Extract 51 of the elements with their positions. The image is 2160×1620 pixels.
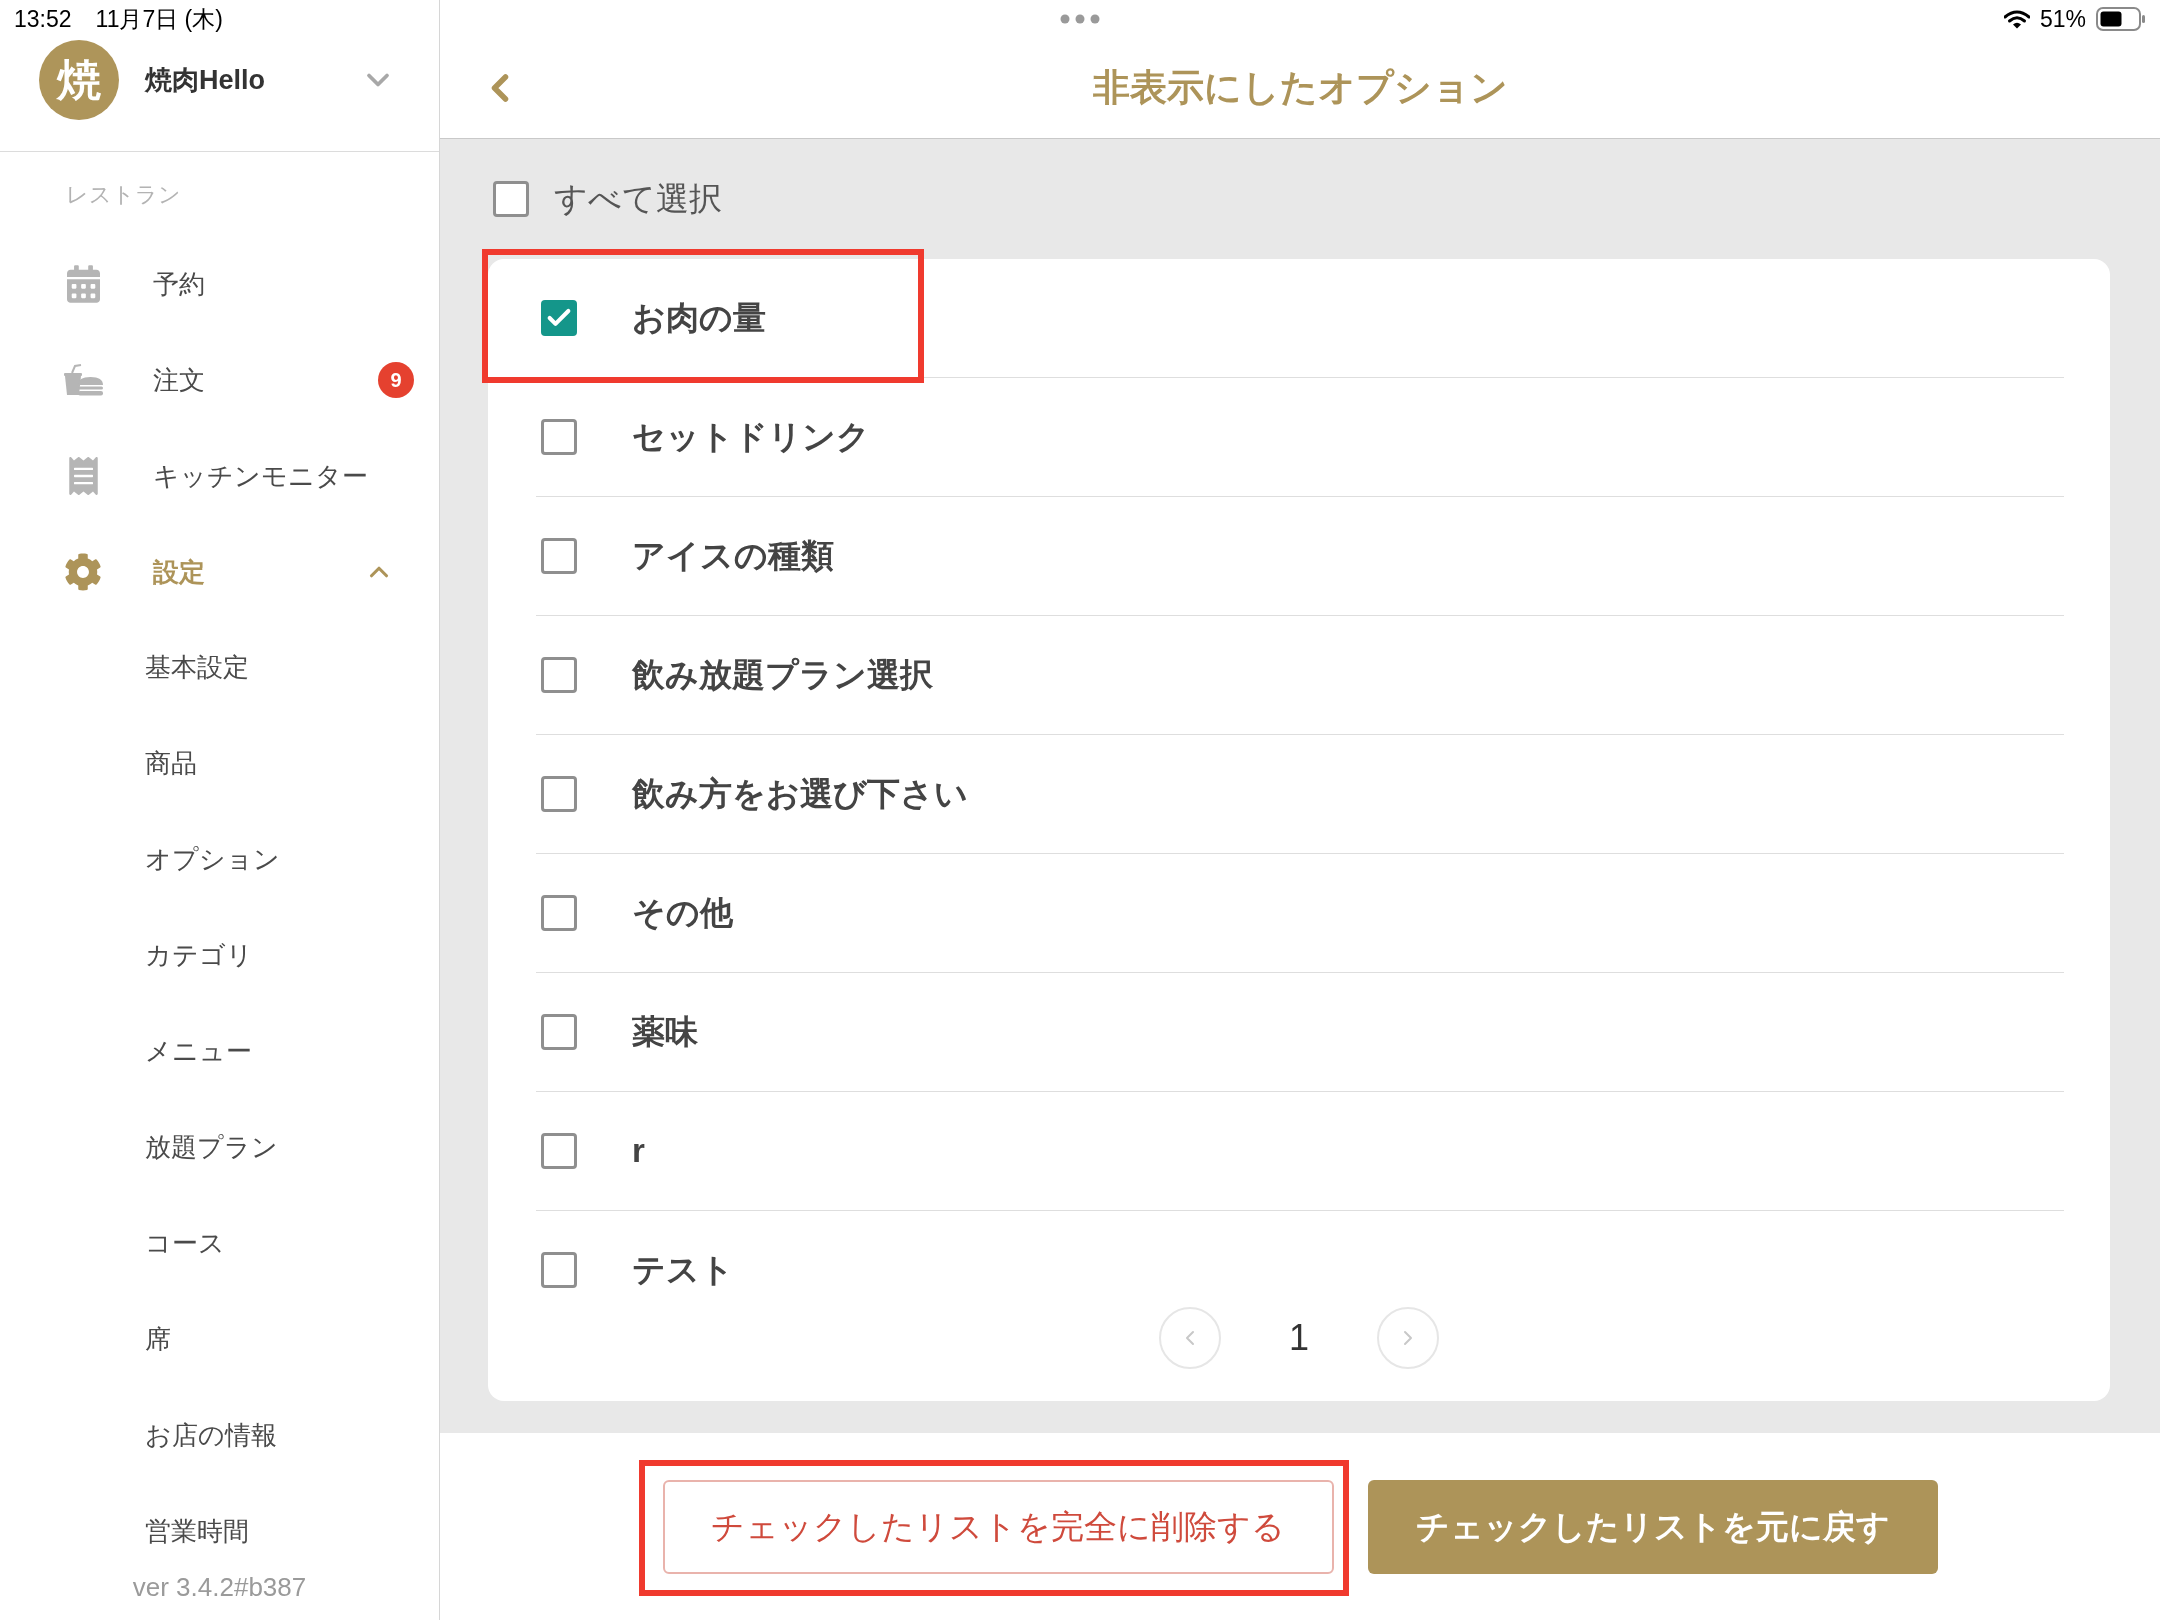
section-label: レストラン [66, 180, 181, 209]
checkbox[interactable] [541, 776, 577, 812]
option-label[interactable]: セットドリンク [632, 412, 870, 462]
delete-button[interactable]: チェックしたリストを完全に削除する [662, 1479, 1334, 1574]
status-date: 11月7日 (木) [95, 4, 223, 34]
checkbox[interactable] [541, 1014, 577, 1050]
option-label[interactable]: 薬味 [632, 1007, 698, 1057]
receipt-icon [68, 457, 98, 495]
submenu-item[interactable]: 商品 [145, 749, 197, 779]
option-label[interactable]: その他 [632, 888, 733, 938]
settings-icon [64, 553, 102, 591]
submenu-item[interactable]: 基本設定 [145, 653, 249, 683]
option-label[interactable]: r [632, 1126, 645, 1176]
checkbox[interactable] [541, 1252, 577, 1288]
submenu-item[interactable]: カテゴリ [145, 941, 253, 971]
version-label: ver 3.4.2#b387 [132, 1570, 307, 1604]
submenu-item[interactable]: 席 [145, 1325, 171, 1355]
submenu-item[interactable]: コース [145, 1229, 225, 1259]
drink-and-burger-icon [63, 364, 103, 396]
submenu-item[interactable]: メニュー [145, 1037, 252, 1067]
checkbox[interactable] [541, 300, 577, 336]
checkbox[interactable] [541, 538, 577, 574]
checkbox[interactable] [541, 1133, 577, 1169]
status-time: 13:52 [14, 4, 72, 34]
wifi-icon [2003, 9, 2030, 29]
checkbox[interactable] [493, 181, 529, 217]
checkbox[interactable] [541, 657, 577, 693]
select-all-label[interactable]: すべて選択 [554, 174, 722, 224]
option-label[interactable]: 飲み方をお選び下さい [632, 769, 968, 819]
nav-item[interactable]: キッチンモニター [153, 456, 368, 496]
restaurant-name: 焼肉Hello [145, 63, 265, 97]
notification-badge: 9 [378, 362, 414, 398]
nav-item[interactable]: 予約 [153, 264, 205, 304]
submenu-item[interactable]: お店の情報 [145, 1421, 277, 1451]
nav-item[interactable]: 注文 [153, 360, 205, 400]
option-label[interactable]: テスト [632, 1245, 734, 1295]
option-label[interactable]: アイスの種類 [632, 531, 834, 581]
submenu-item[interactable]: オプション [145, 845, 280, 875]
checkbox[interactable] [541, 895, 577, 931]
checkbox[interactable] [541, 419, 577, 455]
multitasking-dots-icon[interactable] [1060, 14, 1100, 24]
option-label[interactable]: 飲み放題プラン選択 [632, 650, 933, 700]
battery-icon [2096, 7, 2146, 31]
page-number[interactable]: 1 [1271, 1307, 1327, 1369]
battery-percent: 51% [2039, 4, 2086, 34]
restaurant-avatar: 焼 [39, 40, 119, 120]
calendar-icon [66, 265, 100, 303]
option-label[interactable]: お肉の量 [632, 293, 766, 343]
page-title: 非表示にしたオプション [1092, 66, 1508, 111]
submenu-item[interactable]: 営業時間 [145, 1517, 249, 1547]
submenu-item[interactable]: 放題プラン [145, 1133, 278, 1163]
